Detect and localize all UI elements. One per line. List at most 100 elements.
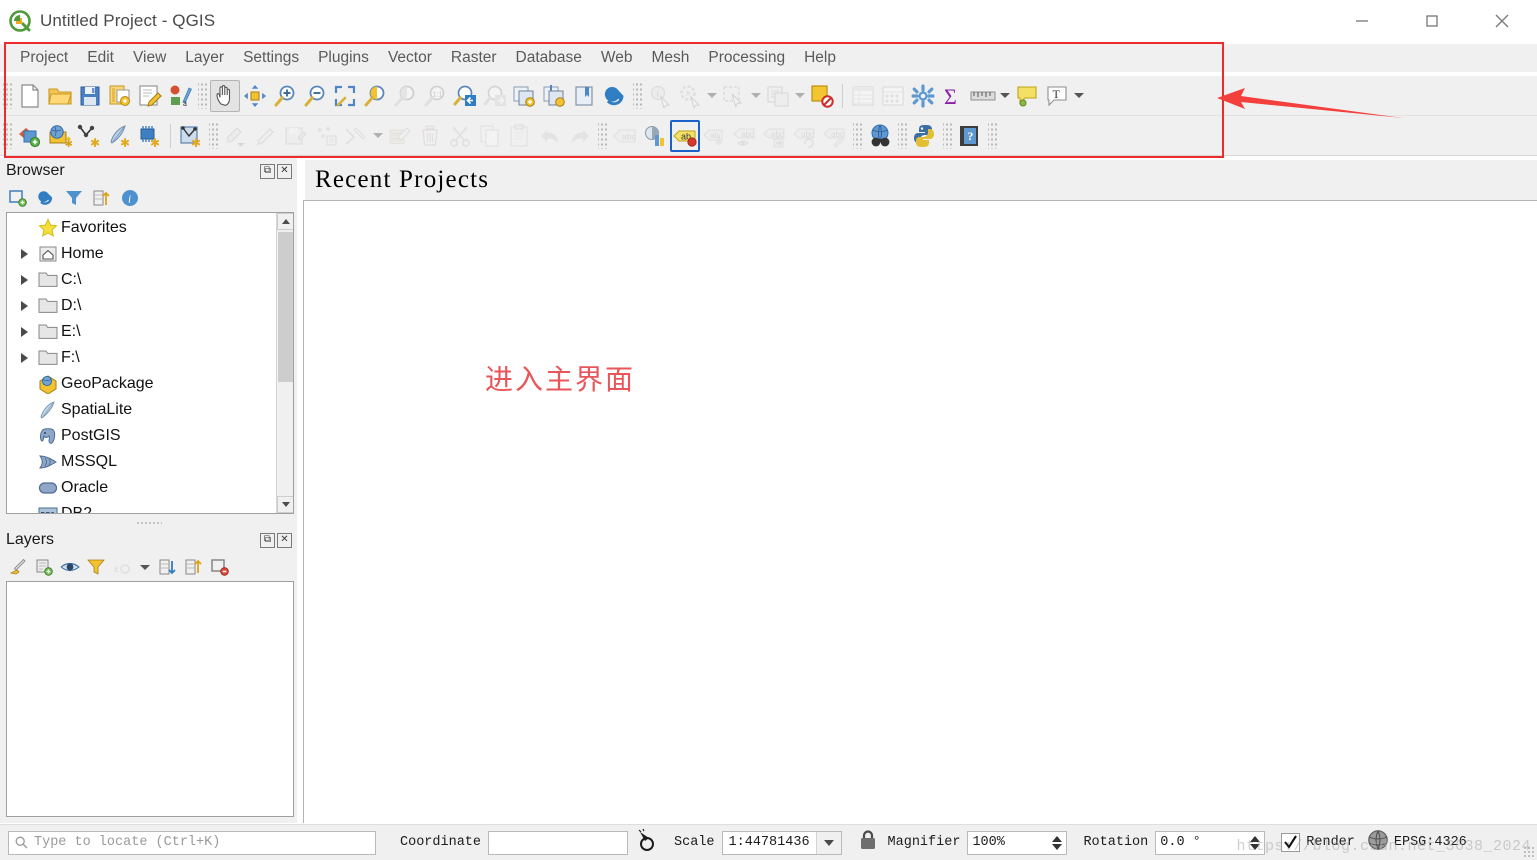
menu-project[interactable]: Project [11,47,78,69]
expand-twisty-icon[interactable] [13,301,35,311]
save-project-as-icon[interactable] [105,80,135,112]
browser-item-oracle[interactable]: Oracle [7,475,276,501]
zoom-out-icon[interactable] [300,80,330,112]
browser-item-spatialite[interactable]: SpatiaLite [7,397,276,423]
toggle-extents-icon[interactable] [636,828,660,857]
browser-item-postgis[interactable]: PostGIS [7,423,276,449]
menu-database[interactable]: Database [507,47,592,69]
browser-item-mssql[interactable]: MSSQL [7,449,276,475]
rotation-stepper[interactable] [1246,831,1265,854]
browser-tree[interactable]: Favorites Home C:\ D:\ E:\ F:\ GeoPackag… [6,212,294,514]
scale-combo[interactable]: 1:44781436 [721,830,842,855]
menu-plugins[interactable]: Plugins [309,47,379,69]
toolbar-grip[interactable] [898,122,907,149]
scroll-down-icon[interactable] [277,496,293,513]
new-shapefile-layer-icon[interactable]: ✱ [176,120,206,152]
browser-item-drive-c[interactable]: C:\ [7,267,276,293]
highlight-pinned-labels-icon[interactable]: ab [670,119,700,152]
menu-mesh[interactable]: Mesh [643,47,700,69]
magnifier-input[interactable]: 100% [967,830,1068,855]
processing-toolbox-icon[interactable] [908,80,938,112]
map-canvas[interactable] [303,200,1537,823]
zoom-to-selection-icon[interactable] [360,80,390,112]
browser-item-geopackage[interactable]: GeoPackage [7,371,276,397]
help-contents-icon[interactable]: ? [955,120,985,152]
measure-line-icon[interactable] [968,80,998,112]
collapse-all-icon[interactable] [184,557,204,577]
vertex-tool-dropdown[interactable] [371,120,385,152]
locator-input[interactable]: Type to locate (Ctrl+K) [8,830,376,855]
add-group-icon[interactable] [34,557,54,577]
python-console-icon[interactable] [910,120,940,152]
maximize-button[interactable] [1397,0,1467,41]
browser-float-button[interactable]: ⧉ [260,163,275,179]
toolbar-grip[interactable] [198,82,207,109]
coordinate-input[interactable] [488,830,629,855]
refresh-icon[interactable] [600,80,630,112]
toolbar-grip[interactable] [3,82,12,109]
remove-layer-icon[interactable] [210,557,230,577]
add-selected-layers-icon[interactable] [8,188,28,208]
expand-twisty-icon[interactable] [13,275,35,285]
layers-float-button[interactable]: ⧉ [260,532,275,548]
scroll-up-icon[interactable] [277,213,293,230]
zoom-full-icon[interactable] [330,80,360,112]
map-tips-icon[interactable] [1012,80,1042,112]
zoom-in-icon[interactable] [270,80,300,112]
menu-help[interactable]: Help [795,47,846,69]
metasearch-icon[interactable] [865,120,895,152]
menu-edit[interactable]: Edit [78,47,124,69]
new-3d-map-view-icon[interactable] [540,80,570,112]
properties-icon[interactable]: i [120,188,140,208]
chevron-down-icon[interactable] [815,831,841,854]
menu-processing[interactable]: Processing [699,47,795,69]
menu-raster[interactable]: Raster [442,47,507,69]
pan-map-icon[interactable] [210,79,240,112]
pan-to-selection-icon[interactable] [240,80,270,112]
zoom-last-icon[interactable] [450,80,480,112]
render-checkbox[interactable] [1281,833,1301,852]
lock-scale-icon[interactable] [858,829,878,856]
toolbar-grip[interactable] [988,122,997,149]
minimize-button[interactable] [1327,0,1397,41]
add-mesh-layer-icon[interactable]: ✱ [135,120,165,152]
close-button[interactable] [1467,0,1537,41]
toolbar-grip[interactable] [3,122,12,149]
collapse-all-icon[interactable] [92,188,112,208]
expand-all-icon[interactable] [158,557,178,577]
statistical-summary-icon[interactable]: Σ [938,80,968,112]
expand-twisty-icon[interactable] [13,327,35,337]
add-vector-layer-icon[interactable]: ✱ [45,120,75,152]
toolbar-grip[interactable] [209,122,218,149]
data-source-manager-icon[interactable] [15,120,45,152]
select-by-value-dropdown[interactable] [793,80,807,112]
browser-item-db2[interactable]: DB2 DB2 [7,501,276,513]
rotation-input[interactable]: 0.0 ° [1155,830,1266,855]
magnifier-stepper[interactable] [1048,831,1067,854]
add-raster-layer-icon[interactable]: ✱ [75,120,105,152]
browser-close-button[interactable]: ✕ [277,163,292,179]
menu-layer[interactable]: Layer [176,47,234,69]
new-print-layout-icon[interactable] [135,80,165,112]
run-feature-action-dropdown[interactable] [705,80,719,112]
manage-layer-visibility-icon[interactable] [60,557,80,577]
add-delimited-text-layer-icon[interactable]: ✱ [105,120,135,152]
browser-scrollbar[interactable] [276,213,293,513]
deselect-all-icon[interactable] [807,80,837,112]
measure-dropdown[interactable] [998,80,1012,112]
scrollbar-thumb[interactable] [278,232,293,382]
browser-item-favorites[interactable]: Favorites [7,215,276,241]
filter-browser-icon[interactable] [64,188,84,208]
text-annotation-icon[interactable]: T [1042,80,1072,112]
new-map-view-icon[interactable] [510,80,540,112]
layers-tree[interactable] [6,581,294,817]
menu-vector[interactable]: Vector [379,47,442,69]
toolbar-grip[interactable] [598,122,607,149]
toolbar-grip[interactable] [853,122,862,149]
menu-settings[interactable]: Settings [234,47,309,69]
open-layer-styling-icon[interactable] [8,557,28,577]
save-project-icon[interactable] [75,80,105,112]
text-annotation-dropdown[interactable] [1072,80,1086,112]
render-toggle[interactable]: Render [1281,833,1355,852]
crs-globe-icon[interactable] [1367,829,1389,856]
